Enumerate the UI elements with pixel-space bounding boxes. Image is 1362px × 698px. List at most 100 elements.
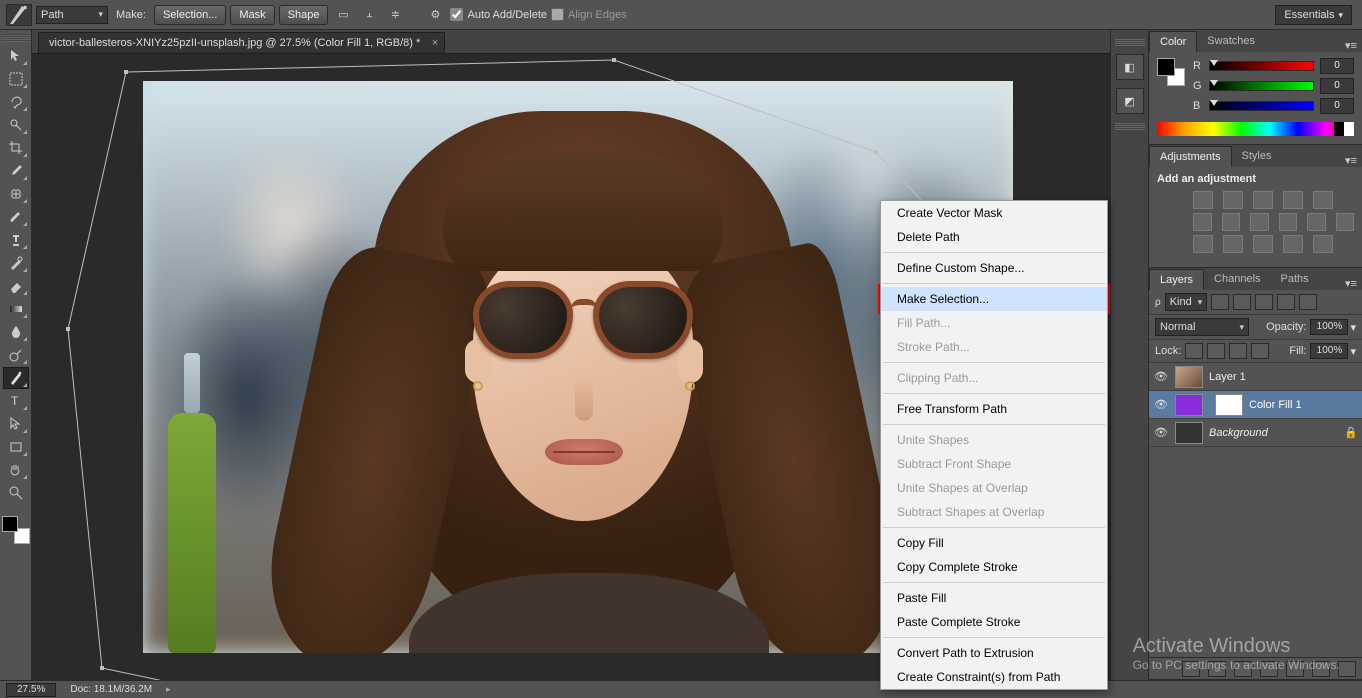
tab-color[interactable]: Color <box>1149 31 1197 52</box>
type-tool[interactable]: T <box>3 390 29 412</box>
context-menu-item[interactable]: Copy Fill <box>881 531 1107 555</box>
make-selection-button[interactable]: Selection... <box>154 5 226 25</box>
lock-trans-icon[interactable] <box>1185 343 1203 359</box>
make-shape-button[interactable]: Shape <box>279 5 329 25</box>
adj-bw-icon[interactable] <box>1250 213 1269 231</box>
trash-icon[interactable] <box>1338 661 1356 677</box>
path-align-icon[interactable]: ⫠ <box>358 4 380 26</box>
gradient-tool[interactable] <box>3 298 29 320</box>
fx-icon[interactable] <box>1208 661 1226 677</box>
panel-menu-icon[interactable]: ▾≡ <box>1344 39 1362 52</box>
eraser-tool[interactable] <box>3 275 29 297</box>
document-tab[interactable]: victor-ballesteros-XNIYz25pzII-unsplash.… <box>38 32 445 53</box>
visibility-eye-icon[interactable]: 👁 <box>1153 369 1169 385</box>
b-value[interactable]: 0 <box>1320 98 1354 114</box>
history-brush-tool[interactable] <box>3 252 29 274</box>
context-menu-item[interactable]: Create Vector Mask <box>881 201 1107 225</box>
tab-channels[interactable]: Channels <box>1204 269 1270 290</box>
new-layer-icon[interactable] <box>1312 661 1330 677</box>
workspace-switcher[interactable]: Essentials▾ <box>1275 5 1352 25</box>
mask-icon[interactable] <box>1234 661 1252 677</box>
adj-bal-icon[interactable] <box>1222 213 1241 231</box>
stamp-tool[interactable] <box>3 229 29 251</box>
context-menu-item[interactable]: Free Transform Path <box>881 397 1107 421</box>
panel-grip[interactable] <box>2 34 30 42</box>
quick-select-tool[interactable] <box>3 114 29 136</box>
link-layers-icon[interactable] <box>1182 661 1200 677</box>
adj-selcol-icon[interactable] <box>1313 235 1333 253</box>
panel-menu-icon[interactable]: ▾≡ <box>1344 277 1362 290</box>
gear-icon[interactable]: ⚙ <box>424 4 446 26</box>
path-ops-new-icon[interactable]: ▭ <box>332 4 354 26</box>
panel-menu-icon[interactable]: ▾≡ <box>1344 154 1362 167</box>
opacity-value[interactable]: 100% <box>1310 319 1348 335</box>
layer-row[interactable]: 👁Background🔒 <box>1149 419 1362 447</box>
tab-swatches[interactable]: Swatches <box>1197 31 1265 52</box>
color-swatches[interactable] <box>2 516 30 544</box>
lasso-tool[interactable] <box>3 91 29 113</box>
layer-row[interactable]: 👁 Color Fill 1 <box>1149 391 1362 419</box>
move-tool[interactable] <box>3 45 29 67</box>
adj-brightness-icon[interactable] <box>1193 191 1213 209</box>
fill-value[interactable]: 100% <box>1310 343 1348 359</box>
history-panel-icon[interactable]: ◧ <box>1116 54 1144 80</box>
filter-shape-icon[interactable] <box>1277 294 1295 310</box>
visibility-eye-icon[interactable]: 👁 <box>1153 397 1169 413</box>
adj-exposure-icon[interactable] <box>1283 191 1303 209</box>
new-fill-icon[interactable] <box>1260 661 1278 677</box>
path-arrange-icon[interactable]: ≑ <box>384 4 406 26</box>
context-menu-item[interactable]: Delete Path <box>881 225 1107 249</box>
pen-tool[interactable] <box>3 367 29 389</box>
path-select-tool[interactable] <box>3 413 29 435</box>
fg-bg-swatch[interactable] <box>1157 58 1185 86</box>
tab-adjustments[interactable]: Adjustments <box>1149 146 1232 167</box>
context-menu-item[interactable]: Paste Complete Stroke <box>881 610 1107 634</box>
properties-panel-icon[interactable]: ◩ <box>1116 88 1144 114</box>
visibility-eye-icon[interactable]: 👁 <box>1153 425 1169 441</box>
eyedropper-tool[interactable] <box>3 160 29 182</box>
auto-add-delete-check[interactable]: Auto Add/Delete <box>450 8 547 21</box>
adj-hue-icon[interactable] <box>1193 213 1212 231</box>
adj-levels-icon[interactable] <box>1223 191 1243 209</box>
filter-adj-icon[interactable] <box>1233 294 1251 310</box>
context-menu-item[interactable]: Copy Complete Stroke <box>881 555 1107 579</box>
adj-gradmap-icon[interactable] <box>1283 235 1303 253</box>
adj-lut-icon[interactable] <box>1336 213 1355 231</box>
filter-smart-icon[interactable] <box>1299 294 1317 310</box>
close-icon[interactable]: × <box>432 37 438 49</box>
tab-paths[interactable]: Paths <box>1271 269 1319 290</box>
context-menu-item[interactable]: Create Constraint(s) from Path <box>881 665 1107 689</box>
r-value[interactable]: 0 <box>1320 58 1354 74</box>
adj-invert-icon[interactable] <box>1193 235 1213 253</box>
tab-layers[interactable]: Layers <box>1149 269 1204 290</box>
adj-vibrance-icon[interactable] <box>1313 191 1333 209</box>
g-value[interactable]: 0 <box>1320 78 1354 94</box>
adj-mixer-icon[interactable] <box>1307 213 1326 231</box>
adj-curves-icon[interactable] <box>1253 191 1273 209</box>
align-edges-check[interactable]: Align Edges <box>551 8 627 21</box>
b-slider[interactable] <box>1209 101 1314 111</box>
color-spectrum[interactable] <box>1157 122 1354 136</box>
zoom-tool[interactable] <box>3 482 29 504</box>
path-mode-select[interactable]: Path▾ <box>36 6 108 24</box>
dodge-tool[interactable] <box>3 344 29 366</box>
healing-tool[interactable] <box>3 183 29 205</box>
g-slider[interactable] <box>1209 81 1314 91</box>
panel-grip[interactable] <box>1115 122 1145 130</box>
layer-row[interactable]: 👁Layer 1 <box>1149 363 1362 391</box>
blur-tool[interactable] <box>3 321 29 343</box>
context-menu-item[interactable]: Make Selection... <box>881 287 1107 311</box>
filter-type-icon[interactable] <box>1255 294 1273 310</box>
adj-poster-icon[interactable] <box>1223 235 1243 253</box>
filter-pixel-icon[interactable] <box>1211 294 1229 310</box>
context-menu-item[interactable]: Convert Path to Extrusion <box>881 641 1107 665</box>
adj-thresh-icon[interactable] <box>1253 235 1273 253</box>
zoom-value[interactable]: 27.5% <box>6 683 56 697</box>
marquee-tool[interactable] <box>3 68 29 90</box>
blend-mode-select[interactable]: Normal▾ <box>1155 318 1249 336</box>
lock-pos-icon[interactable] <box>1229 343 1247 359</box>
hand-tool[interactable] <box>3 459 29 481</box>
lock-all-icon[interactable] <box>1251 343 1269 359</box>
adj-photo-icon[interactable] <box>1279 213 1298 231</box>
make-mask-button[interactable]: Mask <box>230 5 274 25</box>
